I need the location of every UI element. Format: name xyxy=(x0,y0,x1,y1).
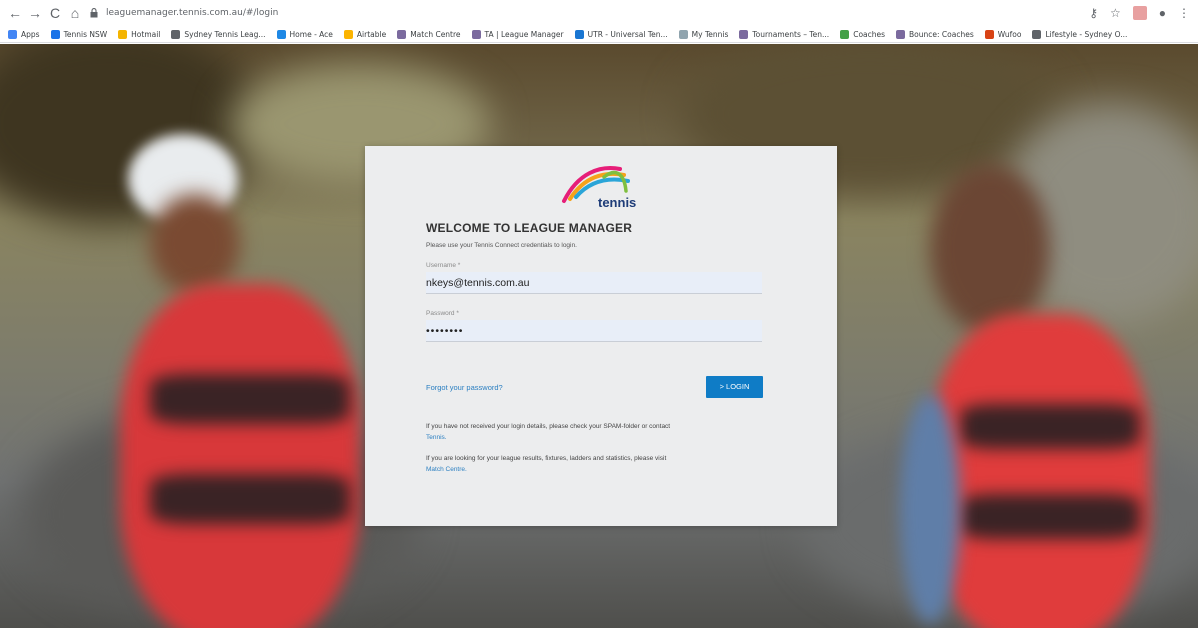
bookmark-label: Coaches xyxy=(853,29,886,39)
bookmark-label: Apps xyxy=(21,29,40,39)
bookmark-favicon-icon xyxy=(678,29,688,39)
key-icon[interactable]: ⚷ xyxy=(1089,4,1098,22)
bookmark-favicon-icon xyxy=(118,29,128,39)
bookmark-label: Tennis NSW xyxy=(63,29,108,39)
menu-icon[interactable]: ⋮ xyxy=(1178,4,1190,22)
bookmark-label: My Tennis xyxy=(691,29,729,39)
tennis-logo: tennis xyxy=(562,166,636,209)
bookmark-label: Hotmail xyxy=(131,29,161,39)
bookmark-label: Tournaments – Ten... xyxy=(752,29,830,39)
forward-icon[interactable]: → xyxy=(26,4,44,22)
bookmark-item[interactable]: Airtable xyxy=(343,29,387,39)
star-icon[interactable]: ☆ xyxy=(1110,4,1121,22)
bookmark-item[interactable]: UTR - Universal Ten... xyxy=(574,29,668,39)
bookmark-favicon-icon xyxy=(171,29,181,39)
bookmark-item[interactable]: Tournaments – Ten... xyxy=(739,29,830,39)
home-icon[interactable]: ⌂ xyxy=(66,4,84,22)
bookmark-label: Match Centre xyxy=(410,29,461,39)
login-button[interactable]: > LOGIN xyxy=(706,376,763,398)
bookmark-label: Wufoo xyxy=(997,29,1022,39)
bookmark-favicon-icon xyxy=(8,29,17,39)
bookmark-favicon-icon xyxy=(397,29,407,39)
lock-icon xyxy=(90,8,98,18)
bookmark-favicon-icon xyxy=(276,29,286,39)
password-label: Password * xyxy=(426,310,459,317)
login-help-message: If you have not received your login deta… xyxy=(426,423,671,430)
bookmark-favicon-icon xyxy=(896,29,906,39)
bookmark-favicon-icon xyxy=(984,29,994,39)
bookmark-label: TA | League Manager xyxy=(484,29,564,39)
bookmark-item[interactable]: Tennis NSW xyxy=(50,29,108,39)
bookmark-item[interactable]: Bounce: Coaches xyxy=(896,29,974,39)
bookmark-item[interactable]: Wufoo xyxy=(984,29,1022,39)
username-field[interactable]: nkeys@tennis.com.au xyxy=(426,272,762,294)
account-icon[interactable]: ● xyxy=(1159,4,1166,22)
reload-icon[interactable]: C xyxy=(46,4,64,22)
bookmark-item[interactable]: Apps xyxy=(8,29,40,39)
bookmark-favicon-icon xyxy=(343,29,353,39)
page-title: WELCOME TO LEAGUE MANAGER xyxy=(426,221,633,235)
bookmark-favicon-icon xyxy=(471,29,481,39)
match-centre-message: If you are looking for your league resul… xyxy=(426,455,667,462)
bookmark-favicon-icon xyxy=(574,29,584,39)
bookmark-item[interactable]: Coaches xyxy=(840,29,886,39)
bookmark-label: UTR - Universal Ten... xyxy=(587,29,668,39)
url-field[interactable]: leaguemanager.tennis.com.au/#/login xyxy=(90,3,1080,23)
bookmark-favicon-icon xyxy=(1032,29,1042,39)
back-icon[interactable]: ← xyxy=(6,4,24,22)
bookmark-item[interactable]: Match Centre xyxy=(397,29,461,39)
username-label: Username * xyxy=(426,262,461,269)
bookmark-favicon-icon xyxy=(50,29,60,39)
login-help-text: If you have not received your login deta… xyxy=(426,421,761,443)
bookmark-item[interactable]: Hotmail xyxy=(118,29,161,39)
bookmark-item[interactable]: TA | League Manager xyxy=(471,29,564,39)
bookmark-item[interactable]: Home - Ace xyxy=(276,29,333,39)
bookmark-label: Airtable xyxy=(356,29,387,39)
bookmark-favicon-icon xyxy=(739,29,749,39)
password-field[interactable]: •••••••• xyxy=(426,320,762,342)
bookmark-favicon-icon xyxy=(840,29,850,39)
bookmark-label: Home - Ace xyxy=(289,29,333,39)
forgot-password-link[interactable]: Forgot your password? xyxy=(426,383,503,392)
bookmarks-bar: Apps Tennis NSW Hotmail Sydney Tennis Leag.… xyxy=(0,26,1198,43)
match-centre-text: If you are looking for your league resul… xyxy=(426,453,761,475)
login-instructions: Please use your Tennis Connect credentia… xyxy=(426,242,577,249)
pdf-extension-icon[interactable] xyxy=(1132,6,1147,20)
bookmark-item[interactable]: Sydney Tennis Leag... xyxy=(171,29,266,39)
bookmark-item[interactable]: My Tennis xyxy=(678,29,729,39)
bookmark-label: Lifestyle - Sydney O... xyxy=(1045,29,1128,39)
bookmark-item[interactable]: Lifestyle - Sydney O... xyxy=(1032,29,1128,39)
browser-address-bar: ← → C ⌂ leaguemanager.tennis.com.au/#/lo… xyxy=(0,0,1198,26)
url-text: leaguemanager.tennis.com.au/#/login xyxy=(106,8,279,18)
bookmark-label: Bounce: Coaches xyxy=(909,29,974,39)
bookmark-label: Sydney Tennis Leag... xyxy=(184,29,266,39)
tennis-contact-link[interactable]: Tennis. xyxy=(426,434,447,441)
match-centre-link[interactable]: Match Centre. xyxy=(426,466,467,473)
logo-wordmark: tennis xyxy=(598,195,636,209)
